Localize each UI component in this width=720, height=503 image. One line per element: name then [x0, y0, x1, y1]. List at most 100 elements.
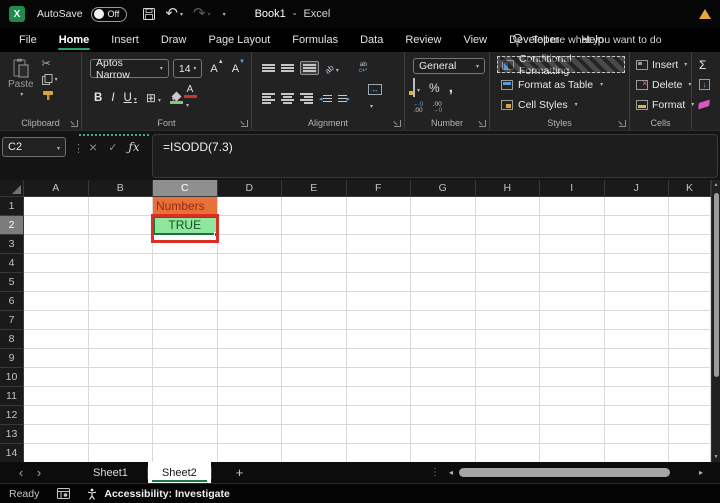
cell-C13[interactable] [153, 425, 218, 444]
shrink-font-button[interactable]: A▼ [232, 59, 245, 75]
cell-G10[interactable] [411, 368, 476, 387]
prev-sheet-button[interactable]: ‹ [12, 465, 30, 480]
align-middle-button[interactable] [281, 64, 294, 72]
cell-C6[interactable] [153, 292, 218, 311]
cell-B6[interactable] [88, 292, 153, 311]
cell-J11[interactable] [604, 387, 669, 406]
tab-view[interactable]: View [452, 28, 498, 52]
row-header-11[interactable]: 11 [0, 387, 24, 406]
cell-E2[interactable] [282, 216, 347, 235]
cell-E4[interactable] [282, 254, 347, 273]
conditional-formatting-button[interactable]: Conditional Formatting [497, 53, 625, 77]
font-size-select[interactable]: 14 [172, 59, 203, 78]
cell-G9[interactable] [411, 349, 476, 368]
cell-F1[interactable] [346, 197, 411, 216]
column-header-C[interactable]: C [153, 180, 218, 197]
cell-H11[interactable] [475, 387, 540, 406]
cell-K12[interactable] [669, 406, 711, 425]
cell-styles-button[interactable]: Cell Styles [497, 96, 625, 113]
cell-E6[interactable] [282, 292, 347, 311]
cell-B5[interactable] [88, 273, 153, 292]
column-header-K[interactable]: K [669, 180, 711, 197]
name-box[interactable]: C2 [2, 137, 66, 157]
cell-H6[interactable] [475, 292, 540, 311]
tab-insert[interactable]: Insert [100, 28, 150, 52]
horizontal-scroll-thumb[interactable] [459, 468, 670, 477]
cell-B12[interactable] [88, 406, 153, 425]
cell-C4[interactable] [153, 254, 218, 273]
cell-K11[interactable] [669, 387, 711, 406]
align-top-button[interactable] [262, 64, 275, 72]
scroll-down-icon[interactable]: ▼ [712, 454, 720, 460]
cell-D14[interactable] [217, 444, 282, 462]
cell-K10[interactable] [669, 368, 711, 387]
sheet-tab-sheet1[interactable]: Sheet1 [74, 462, 147, 483]
fill-button[interactable]: ↓ [699, 76, 720, 93]
cell-B13[interactable] [88, 425, 153, 444]
cell-B10[interactable] [88, 368, 153, 387]
column-header-H[interactable]: H [475, 180, 540, 197]
cell-F14[interactable] [346, 444, 411, 462]
tab-data[interactable]: Data [349, 28, 394, 52]
cell-D4[interactable] [217, 254, 282, 273]
cell-G6[interactable] [411, 292, 476, 311]
cell-K3[interactable] [669, 235, 711, 254]
cell-H2[interactable] [475, 216, 540, 235]
cell-C10[interactable] [153, 368, 218, 387]
cell-J3[interactable] [604, 235, 669, 254]
cell-A4[interactable] [24, 254, 89, 273]
cell-J9[interactable] [604, 349, 669, 368]
cell-F3[interactable] [346, 235, 411, 254]
cell-H7[interactable] [475, 311, 540, 330]
cell-K8[interactable] [669, 330, 711, 349]
comma-style-button[interactable]: , [449, 80, 453, 95]
fill-handle[interactable] [213, 232, 219, 237]
align-left-button[interactable] [262, 93, 275, 104]
sheet-tab-sheet2[interactable]: Sheet2 [147, 462, 211, 483]
cell-I7[interactable] [540, 311, 605, 330]
cell-H1[interactable] [475, 197, 540, 216]
row-header-9[interactable]: 9 [0, 349, 24, 368]
row-header-6[interactable]: 6 [0, 292, 24, 311]
insert-function-button[interactable]: ƒx [128, 140, 139, 154]
add-sheet-button[interactable]: + [236, 465, 244, 480]
cell-H5[interactable] [475, 273, 540, 292]
cell-J7[interactable] [604, 311, 669, 330]
cell-G4[interactable] [411, 254, 476, 273]
cell-H9[interactable] [475, 349, 540, 368]
cell-B11[interactable] [88, 387, 153, 406]
cell-I4[interactable] [540, 254, 605, 273]
cell-A14[interactable] [24, 444, 89, 462]
cell-A9[interactable] [24, 349, 89, 368]
cell-K4[interactable] [669, 254, 711, 273]
cell-D6[interactable] [217, 292, 282, 311]
cell-G5[interactable] [411, 273, 476, 292]
tab-page-layout[interactable]: Page Layout [197, 28, 281, 52]
number-dialog-launcher[interactable] [479, 120, 486, 127]
cell-G14[interactable] [411, 444, 476, 462]
underline-button[interactable]: U [124, 92, 137, 104]
increase-indent-button[interactable]: ▸ [337, 94, 350, 103]
cell-F4[interactable] [346, 254, 411, 273]
cell-J10[interactable] [604, 368, 669, 387]
cell-C8[interactable] [153, 330, 218, 349]
accessibility-checker-button[interactable] [86, 488, 98, 500]
autosum-button[interactable]: Σ [699, 56, 720, 73]
cell-D10[interactable] [217, 368, 282, 387]
cell-H8[interactable] [475, 330, 540, 349]
tab-draw[interactable]: Draw [150, 28, 198, 52]
cell-K2[interactable] [669, 216, 711, 235]
cell-D12[interactable] [217, 406, 282, 425]
cell-C5[interactable] [153, 273, 218, 292]
align-right-button[interactable] [300, 93, 313, 104]
row-header-10[interactable]: 10 [0, 368, 24, 387]
cell-J8[interactable] [604, 330, 669, 349]
cell-E14[interactable] [282, 444, 347, 462]
cell-K6[interactable] [669, 292, 711, 311]
cell-A8[interactable] [24, 330, 89, 349]
cell-E3[interactable] [282, 235, 347, 254]
cell-G1[interactable] [411, 197, 476, 216]
cell-J12[interactable] [604, 406, 669, 425]
row-header-3[interactable]: 3 [0, 235, 24, 254]
delete-cells-button[interactable]: Delete [636, 76, 689, 93]
